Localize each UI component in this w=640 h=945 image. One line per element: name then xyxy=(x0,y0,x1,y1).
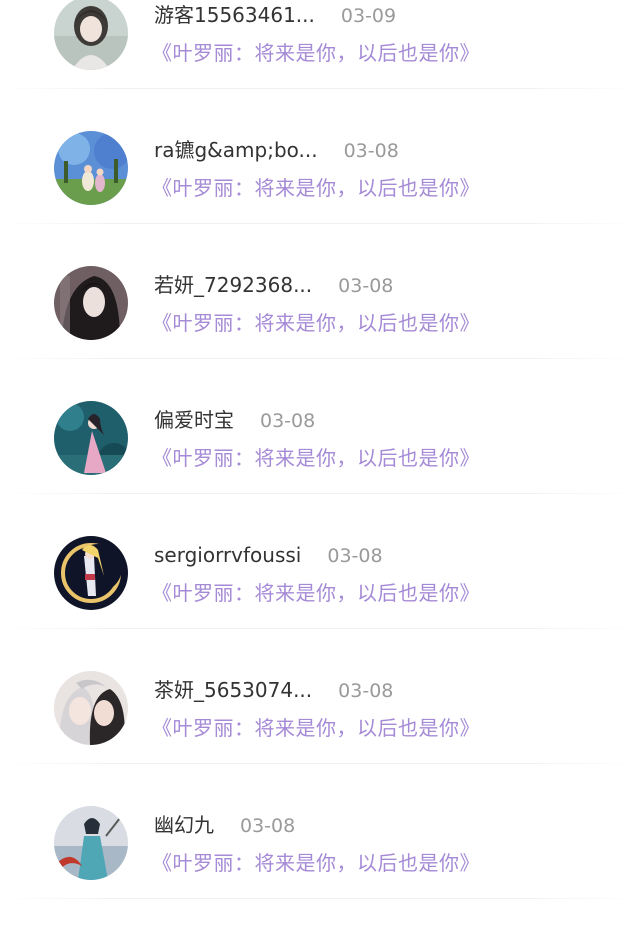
list-item[interactable]: 偏爱时宝 03-08 《叶罗丽：将来是你，以后也是你》 xyxy=(0,401,640,540)
comment-header: 茶妍_5653074... 03-08 xyxy=(154,675,393,705)
comment-date: 03-08 xyxy=(260,410,316,432)
comment-date: 03-08 xyxy=(327,545,383,567)
list-item[interactable]: ra镳g&amp;bo... 03-08 《叶罗丽：将来是你，以后也是你》 xyxy=(0,131,640,270)
username[interactable]: sergiorrvfoussi xyxy=(154,543,301,567)
divider xyxy=(0,628,640,629)
avatar-girl-pale-icon[interactable] xyxy=(54,0,128,70)
username[interactable]: 游客15563461... xyxy=(154,3,315,27)
work-title-link[interactable]: 《叶罗丽：将来是你，以后也是你》 xyxy=(152,443,480,473)
divider xyxy=(0,763,640,764)
username[interactable]: 若妍_7292368... xyxy=(154,273,312,297)
avatar-dark-hair-girl-icon[interactable] xyxy=(54,266,128,340)
avatar-anime-couple-icon[interactable] xyxy=(54,671,128,745)
avatar-sailor-moon-icon[interactable] xyxy=(54,536,128,610)
work-title-link[interactable]: 《叶罗丽：将来是你，以后也是你》 xyxy=(152,713,480,743)
username[interactable]: 幽幻九 xyxy=(154,813,214,837)
list-item[interactable]: 若妍_7292368... 03-08 《叶罗丽：将来是你，以后也是你》 xyxy=(0,266,640,405)
divider xyxy=(0,898,640,899)
list-item[interactable]: 茶妍_5653074... 03-08 《叶罗丽：将来是你，以后也是你》 xyxy=(0,671,640,810)
work-title-link[interactable]: 《叶罗丽：将来是你，以后也是你》 xyxy=(152,578,480,608)
work-title-link[interactable]: 《叶罗丽：将来是你，以后也是你》 xyxy=(152,848,480,878)
work-title-link[interactable]: 《叶罗丽：将来是你，以后也是你》 xyxy=(152,308,480,338)
avatar-forest-scene-icon[interactable] xyxy=(54,131,128,205)
comment-date: 03-08 xyxy=(338,275,394,297)
username[interactable]: 茶妍_5653074... xyxy=(154,678,312,702)
username[interactable]: 偏爱时宝 xyxy=(154,408,234,432)
comment-date: 03-08 xyxy=(338,680,394,702)
avatar-warrior-girl-icon[interactable] xyxy=(54,806,128,880)
list-item[interactable]: 游客15563461... 03-09 《叶罗丽：将来是你，以后也是你》 xyxy=(0,0,640,135)
avatar-fairy-pink-dress-icon[interactable] xyxy=(54,401,128,475)
comment-date: 03-09 xyxy=(340,5,397,27)
list-item[interactable]: 幽幻九 03-08 《叶罗丽：将来是你，以后也是你》 xyxy=(0,806,640,945)
comment-header: 幽幻九 03-08 xyxy=(154,810,295,840)
divider xyxy=(0,358,640,359)
comment-header: sergiorrvfoussi 03-08 xyxy=(154,540,383,570)
work-title-link[interactable]: 《叶罗丽：将来是你，以后也是你》 xyxy=(152,38,480,68)
work-title-link[interactable]: 《叶罗丽：将来是你，以后也是你》 xyxy=(152,173,480,203)
divider xyxy=(0,493,640,494)
divider xyxy=(0,88,640,89)
comment-header: 游客15563461... 03-09 xyxy=(154,0,396,30)
comment-date: 03-08 xyxy=(343,140,399,162)
comment-header: ra镳g&amp;bo... 03-08 xyxy=(154,135,399,165)
comment-date: 03-08 xyxy=(240,815,296,837)
username[interactable]: ra镳g&amp;bo... xyxy=(154,138,318,162)
comment-header: 若妍_7292368... 03-08 xyxy=(154,270,393,300)
list-item[interactable]: sergiorrvfoussi 03-08 《叶罗丽：将来是你，以后也是你》 xyxy=(0,536,640,675)
divider xyxy=(0,223,640,224)
comment-header: 偏爱时宝 03-08 xyxy=(154,405,315,435)
